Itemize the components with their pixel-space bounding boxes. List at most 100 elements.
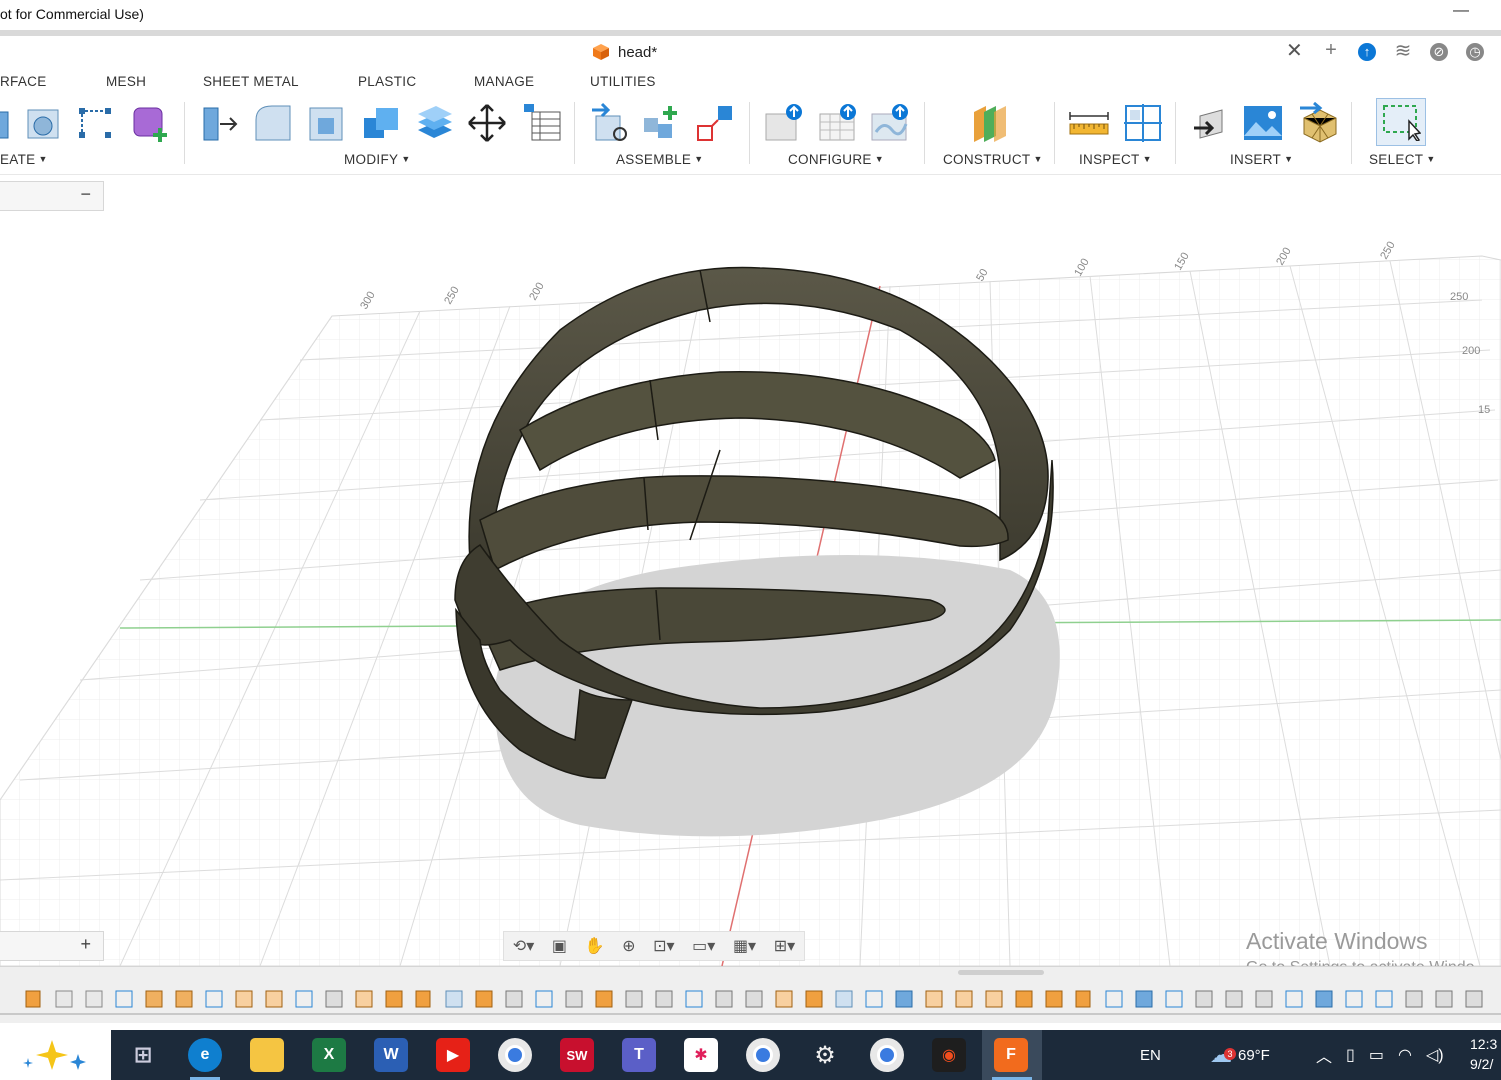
- press-pull-icon[interactable]: [198, 102, 240, 144]
- wifi-icon[interactable]: ◠: [1398, 1045, 1412, 1065]
- configure-menu[interactable]: CONFIGURE ▼: [788, 152, 884, 167]
- timeline: [0, 966, 1501, 1023]
- fit-icon[interactable]: ⊡▾: [653, 936, 674, 956]
- excel-icon[interactable]: X: [312, 1038, 346, 1072]
- fusion-360-icon[interactable]: F: [994, 1038, 1028, 1072]
- svg-text:15: 15: [1478, 404, 1490, 416]
- joint-icon[interactable]: [640, 102, 682, 144]
- slack-icon[interactable]: ✱: [684, 1038, 718, 1072]
- fillet-icon[interactable]: [252, 102, 294, 144]
- comments-panel: +: [0, 931, 104, 961]
- language-indicator[interactable]: EN: [1140, 1030, 1161, 1080]
- job-status-icon[interactable]: ↑: [1356, 39, 1378, 62]
- chevron-up-icon[interactable]: ︿: [1316, 1043, 1332, 1067]
- create-menu[interactable]: EATE ▼: [0, 152, 48, 167]
- tab-actions: + ↑ ≋ ⊘ ◷: [1320, 38, 1486, 63]
- tab-surface[interactable]: RFACE: [0, 74, 47, 89]
- clock[interactable]: 12:3 9/2/: [1470, 1034, 1497, 1074]
- word-icon[interactable]: W: [374, 1038, 408, 1072]
- extensions-icon[interactable]: ≋: [1392, 38, 1414, 63]
- youtube-icon[interactable]: ▶: [436, 1038, 470, 1072]
- browser-panel: −: [0, 181, 104, 211]
- chrome-profile-icon[interactable]: [746, 1038, 780, 1072]
- tab-plastic[interactable]: PLASTIC: [358, 74, 416, 89]
- system-tray: ︿ ▯ ▭ ◠ ◁): [1316, 1030, 1444, 1080]
- inspect-menu[interactable]: INSPECT ▼: [1079, 152, 1152, 167]
- battery-icon[interactable]: ▭: [1369, 1045, 1384, 1065]
- tab-utilities[interactable]: UTILITIES: [590, 74, 656, 89]
- device-icon[interactable]: ▯: [1346, 1045, 1355, 1065]
- create-form-icon[interactable]: [130, 102, 172, 144]
- weather-widget[interactable]: ☁ 3 69°F: [1210, 1030, 1270, 1080]
- section-analysis-icon[interactable]: [1122, 102, 1164, 144]
- document-name: head*: [618, 43, 658, 61]
- tab-mesh[interactable]: MESH: [106, 74, 146, 89]
- edge-icon[interactable]: e: [188, 1038, 222, 1072]
- collapse-browser-button[interactable]: −: [80, 184, 91, 205]
- modify-menu[interactable]: MODIFY ▼: [344, 152, 411, 167]
- select-tool-highlight[interactable]: [1376, 98, 1426, 146]
- solidworks-icon[interactable]: SW: [560, 1038, 594, 1072]
- extrude-icon[interactable]: [0, 102, 20, 144]
- select-menu[interactable]: SELECT ▼: [1369, 152, 1436, 167]
- 3d-viewport[interactable]: 300 250 200 50 100 150 200 250 250 200 1…: [0, 176, 1501, 966]
- minimize-button[interactable]: —: [1453, 2, 1469, 20]
- display-settings-icon[interactable]: ▭▾: [692, 936, 715, 956]
- volume-icon[interactable]: ◁): [1426, 1045, 1444, 1065]
- viewport-scrollbar[interactable]: [958, 970, 1044, 975]
- pan-icon[interactable]: ✋: [585, 936, 605, 956]
- timeline-features[interactable]: [0, 989, 1501, 1009]
- file-explorer-icon[interactable]: [250, 1038, 284, 1072]
- clock-date: 9/2/: [1470, 1056, 1494, 1072]
- new-tab-icon[interactable]: +: [1320, 39, 1342, 62]
- weather-temperature: 69°F: [1238, 1046, 1270, 1064]
- grid-settings-icon[interactable]: ▦▾: [733, 936, 756, 956]
- change-parameters-icon[interactable]: [522, 102, 564, 144]
- insert-mesh-icon[interactable]: [1298, 102, 1340, 144]
- notifications-icon[interactable]: ⊘: [1428, 39, 1450, 62]
- hole-icon[interactable]: [22, 102, 64, 144]
- settings-gear-icon[interactable]: ⚙: [808, 1038, 842, 1072]
- sketch-dimension-icon[interactable]: [74, 102, 116, 144]
- navigation-bar: ⟲▾ ▣ ✋ ⊕ ⊡▾ ▭▾ ▦▾ ⊞▾: [503, 931, 805, 961]
- configure-rule-icon[interactable]: [764, 102, 806, 144]
- expand-comments-button[interactable]: +: [80, 934, 91, 955]
- windows-taskbar: ⊞ e X W ▶ SW T ✱ ⚙ ◉ F EN ☁ 3 69°F ︿ ▯ ▭ …: [0, 1030, 1501, 1080]
- svg-text:250: 250: [1450, 291, 1468, 303]
- move-copy-icon[interactable]: [466, 102, 508, 144]
- measure-icon[interactable]: [1068, 102, 1110, 144]
- configuration-table-icon[interactable]: [818, 102, 860, 144]
- look-at-icon[interactable]: ▣: [552, 936, 567, 956]
- offset-face-icon[interactable]: [414, 102, 456, 144]
- assemble-menu[interactable]: ASSEMBLE ▼: [616, 152, 703, 167]
- document-tab[interactable]: head*: [592, 40, 657, 64]
- construct-menu[interactable]: CONSTRUCT ▼: [943, 152, 1043, 167]
- configure-theme-icon[interactable]: [870, 102, 912, 144]
- help-icon[interactable]: ◷: [1464, 39, 1486, 62]
- insert-menu[interactable]: INSERT ▼: [1230, 152, 1293, 167]
- copilot-area[interactable]: [0, 1030, 111, 1080]
- chrome-work-icon[interactable]: [870, 1038, 904, 1072]
- canvas-image-icon[interactable]: [1242, 102, 1284, 144]
- zoom-icon[interactable]: ⊕: [622, 936, 635, 956]
- tab-manage[interactable]: MANAGE: [474, 74, 534, 89]
- figma-icon[interactable]: ◉: [932, 1038, 966, 1072]
- cloud-icon: ☁ 3: [1210, 1042, 1236, 1068]
- shell-icon[interactable]: [306, 102, 348, 144]
- insert-derive-icon[interactable]: [1190, 102, 1232, 144]
- offset-plane-icon[interactable]: [968, 102, 1010, 144]
- window-title: ot for Commercial Use): [0, 6, 144, 22]
- clock-time: 12:3: [1470, 1036, 1498, 1052]
- tab-sheet-metal[interactable]: SHEET METAL: [203, 74, 299, 89]
- close-tab-icon[interactable]: ✕: [1286, 40, 1303, 62]
- combine-icon[interactable]: [360, 102, 402, 144]
- viewports-icon[interactable]: ⊞▾: [774, 936, 795, 956]
- title-bar: ot for Commercial Use) —: [0, 0, 1501, 30]
- orbit-icon[interactable]: ⟲▾: [513, 936, 534, 956]
- task-view-icon[interactable]: ⊞: [126, 1038, 160, 1072]
- new-component-icon[interactable]: [590, 102, 632, 144]
- teams-icon[interactable]: T: [622, 1038, 656, 1072]
- chrome-icon[interactable]: [498, 1038, 532, 1072]
- as-built-joint-icon[interactable]: [694, 102, 736, 144]
- sparkle-icon: [23, 1040, 86, 1070]
